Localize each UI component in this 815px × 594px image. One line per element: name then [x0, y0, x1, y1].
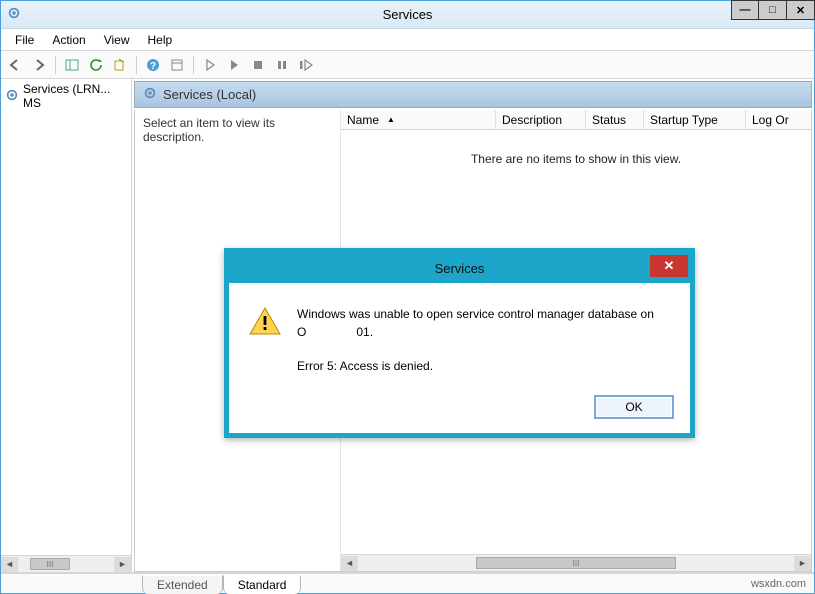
titlebar: Services — □ ✕: [1, 1, 814, 29]
services-window: Services — □ ✕ File Action View Help: [0, 0, 815, 594]
nav-forward-icon[interactable]: [29, 55, 49, 75]
separator: [193, 56, 194, 74]
pause-service-icon[interactable]: [272, 55, 292, 75]
scroll-thumb[interactable]: III: [30, 558, 70, 570]
play-service-icon[interactable]: [224, 55, 244, 75]
tree-item-label: Services (LRN... MS: [23, 82, 127, 110]
sort-ascending-icon: ▲: [387, 115, 395, 124]
tab-standard[interactable]: Standard: [223, 575, 302, 594]
nav-back-icon[interactable]: [5, 55, 25, 75]
dialog-line1: Windows was unable to open service contr…: [297, 305, 654, 323]
scroll-thumb[interactable]: III: [476, 557, 676, 569]
properties-icon[interactable]: [167, 55, 187, 75]
dialog-line3: Error 5: Access is denied.: [297, 357, 654, 375]
separator: [55, 56, 56, 74]
status-text: wsxdn.com: [751, 578, 806, 590]
services-gear-icon: [7, 6, 21, 23]
dialog-close-button[interactable]: ✕: [650, 255, 688, 277]
tree-horizontal-scrollbar[interactable]: ◄ III ►: [1, 555, 131, 572]
toolbar: ?: [1, 51, 814, 79]
view-tabs: Extended Standard: [132, 569, 301, 593]
pane-title: Services (Local): [163, 87, 256, 102]
dialog-titlebar: Services ✕: [229, 253, 690, 283]
dialog-buttons: OK: [229, 385, 690, 433]
column-description[interactable]: Description: [496, 110, 586, 129]
scroll-right-icon[interactable]: ►: [114, 557, 131, 572]
ok-button[interactable]: OK: [594, 395, 674, 419]
tab-extended[interactable]: Extended: [142, 575, 223, 594]
menubar: File Action View Help: [1, 29, 814, 51]
menu-help[interactable]: Help: [140, 31, 181, 49]
start-service-icon[interactable]: [200, 55, 220, 75]
warning-icon: [249, 307, 281, 335]
dialog-body: Windows was unable to open service contr…: [229, 283, 690, 385]
svg-text:?: ?: [150, 61, 156, 72]
gear-icon: [5, 88, 19, 105]
column-startup-type[interactable]: Startup Type: [644, 110, 746, 129]
menu-view[interactable]: View: [96, 31, 138, 49]
separator: [136, 56, 137, 74]
scroll-left-icon[interactable]: ◄: [1, 557, 18, 572]
column-status[interactable]: Status: [586, 110, 644, 129]
export-list-icon[interactable]: [110, 55, 130, 75]
menu-action[interactable]: Action: [44, 31, 93, 49]
statusbar: wsxdn.com: [1, 573, 814, 593]
error-dialog: Services ✕ Windows was unable to open se…: [224, 248, 695, 438]
column-name[interactable]: Name ▲: [341, 110, 496, 129]
description-hint: Select an item to view its description.: [143, 116, 275, 144]
menu-file[interactable]: File: [7, 31, 42, 49]
dialog-title: Services: [435, 261, 485, 276]
pane-header: Services (Local): [134, 81, 812, 108]
list-header: Name ▲ Description Status Startup Type L…: [341, 110, 811, 130]
tree-root-item[interactable]: Services (LRN... MS: [1, 79, 131, 113]
minimize-button[interactable]: —: [731, 0, 759, 20]
scroll-right-icon[interactable]: ►: [794, 556, 811, 571]
dialog-line2: O 01.: [297, 323, 654, 341]
tree-pane: Services (LRN... MS ◄ III ►: [1, 79, 132, 572]
column-label: Name: [347, 113, 379, 127]
restart-service-icon[interactable]: [296, 55, 316, 75]
list-horizontal-scrollbar[interactable]: ◄ III ►: [341, 554, 811, 571]
scroll-track[interactable]: III: [360, 556, 792, 571]
scroll-track[interactable]: III: [20, 557, 112, 572]
help-icon[interactable]: ?: [143, 55, 163, 75]
window-controls: — □ ✕: [731, 0, 815, 20]
dialog-text: Windows was unable to open service contr…: [297, 305, 654, 375]
empty-list-message: There are no items to show in this view.: [341, 152, 811, 166]
close-button[interactable]: ✕: [787, 0, 815, 20]
gear-icon: [143, 86, 157, 103]
show-hide-tree-icon[interactable]: [62, 55, 82, 75]
scroll-left-icon[interactable]: ◄: [341, 556, 358, 571]
maximize-button[interactable]: □: [759, 0, 787, 20]
refresh-icon[interactable]: [86, 55, 106, 75]
window-title: Services: [383, 7, 433, 22]
column-logon-as[interactable]: Log Or: [746, 110, 811, 129]
stop-service-icon[interactable]: [248, 55, 268, 75]
